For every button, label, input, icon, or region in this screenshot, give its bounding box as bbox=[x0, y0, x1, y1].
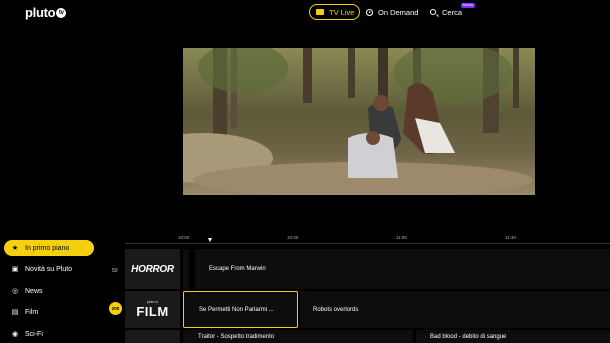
program-cell[interactable]: Robots overlords bbox=[300, 291, 610, 328]
program-cell[interactable]: Escape From Marwin bbox=[195, 249, 610, 289]
nav-on-demand[interactable]: On Demand bbox=[366, 4, 418, 20]
sidebar-item-news[interactable]: ◎ News bbox=[4, 283, 94, 299]
sidebar-item-sci-fi[interactable]: ◉ Sci-Fi bbox=[4, 326, 94, 342]
nav-search-label: Cerca bbox=[442, 7, 463, 17]
sidebar-item-in-primo-piano[interactable]: ★ In primo piano bbox=[4, 240, 94, 256]
channel-tile-horror[interactable]: HORROR bbox=[125, 249, 180, 289]
sidebar-item-label: Film bbox=[25, 308, 39, 316]
program-guide: 50 HORROR Escape From Marwin 200 pluto t… bbox=[104, 244, 610, 343]
logo-badge: tv bbox=[56, 7, 67, 18]
play-circle-icon bbox=[366, 8, 373, 16]
tv-icon: ▣ bbox=[11, 266, 19, 273]
channel-number: 50 bbox=[112, 268, 118, 274]
video-frame bbox=[183, 48, 535, 195]
globe-icon: ◎ bbox=[11, 288, 19, 295]
nav-tv-live[interactable]: TV Live bbox=[309, 4, 360, 20]
video-player[interactable] bbox=[183, 48, 535, 195]
program-cell-previous[interactable] bbox=[183, 249, 189, 294]
search-icon bbox=[430, 9, 436, 15]
sidebar-item-label: News bbox=[25, 287, 43, 295]
tv-icon bbox=[316, 9, 324, 15]
sidebar-item-label: In primo piano bbox=[25, 244, 70, 252]
sidebar-item-label: Sci-Fi bbox=[25, 330, 43, 338]
guide-row: Traitor - Sospetto tradimento Bad blood … bbox=[104, 330, 610, 343]
top-bar: pluto tv TV Live On Demand Cerca Nuovo bbox=[0, 0, 610, 28]
alien-icon: ◉ bbox=[11, 331, 19, 338]
sidebar-item-label: Novità su Pluto bbox=[25, 265, 73, 273]
timeline: 10:00 10:30 11:00 11:30 bbox=[125, 232, 610, 244]
pluto-logo[interactable]: pluto tv bbox=[25, 5, 67, 20]
guide-row: 50 HORROR Escape From Marwin bbox=[104, 244, 610, 294]
program-title: Robots overlords bbox=[313, 306, 359, 313]
channel-tile[interactable] bbox=[125, 330, 180, 343]
film-icon: ▤ bbox=[11, 309, 19, 316]
channel-number-badge: 200 bbox=[109, 302, 122, 315]
program-cell[interactable]: Traitor - Sospetto tradimento bbox=[183, 330, 413, 343]
channel-logo: HORROR bbox=[131, 263, 174, 275]
time-label: 10:30 bbox=[287, 235, 299, 240]
logo-text: pluto bbox=[25, 5, 56, 20]
program-title: Se Permetti Non Parlarmi ... bbox=[199, 306, 274, 313]
program-cell-selected[interactable]: Se Permetti Non Parlarmi ... bbox=[183, 291, 298, 328]
program-title: Escape From Marwin bbox=[209, 266, 266, 272]
sidebar-item-novita[interactable]: ▣ Novità su Pluto bbox=[4, 261, 94, 277]
time-label: 11:00 bbox=[396, 235, 407, 240]
program-title: Bad blood - debito di sangue bbox=[430, 333, 507, 340]
time-label: 11:30 bbox=[505, 235, 516, 240]
star-icon: ★ bbox=[11, 245, 19, 252]
channel-tile-film[interactable]: pluto tv FILM bbox=[125, 291, 180, 328]
nav-tv-live-label: TV Live bbox=[329, 7, 355, 17]
program-title: Traitor - Sospetto tradimento bbox=[198, 333, 275, 340]
time-label: 10:00 bbox=[178, 235, 190, 240]
guide-row: 200 pluto tv FILM Se Permetti Non Parlar… bbox=[104, 290, 610, 328]
now-marker-icon bbox=[208, 238, 212, 242]
sidebar-item-film[interactable]: ▤ Film bbox=[4, 304, 94, 320]
channel-logo: FILM bbox=[136, 303, 169, 319]
program-cell[interactable]: Bad blood - debito di sangue bbox=[416, 330, 610, 343]
nav-on-demand-label: On Demand bbox=[378, 7, 419, 17]
new-badge: Nuovo bbox=[461, 3, 476, 8]
nav-search[interactable]: Cerca bbox=[430, 4, 462, 20]
